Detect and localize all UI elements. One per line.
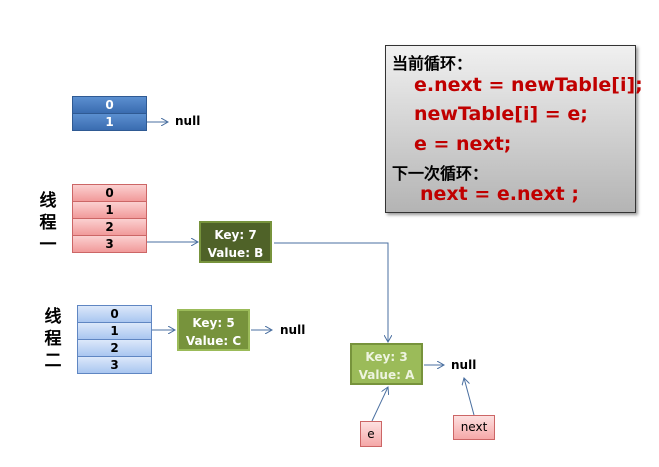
thread1-char: 一 [39, 235, 57, 255]
null-label: null [451, 358, 477, 372]
code-line: e.next = newTable[i]; [414, 74, 643, 96]
new-table: 0 1 [72, 96, 147, 131]
table-cell: 2 [77, 339, 152, 357]
code-line: next = e.next ; [420, 183, 579, 205]
code-box: 当前循环： e.next = newTable[i]; newTable[i] … [385, 45, 643, 213]
table-cell: 0 [77, 305, 152, 323]
code-line: newTable[i] = e; [414, 103, 588, 125]
node-key5: Key: 5 Value: C [177, 309, 250, 351]
arrow-e-n3 [371, 387, 388, 422]
table-cell: 0 [72, 184, 147, 202]
table-cell: 0 [72, 96, 147, 114]
node-key7: Key: 7 Value: B [199, 221, 272, 263]
node-value: Value: C [185, 334, 242, 348]
thread1-table: 0 1 2 3 [72, 184, 147, 253]
table-cell: 1 [77, 322, 152, 340]
node-value: Value: B [207, 246, 264, 260]
thread2-char: 程 [44, 329, 62, 349]
thread1-char: 程 [39, 213, 57, 233]
current-loop-title: 当前循环： [392, 54, 473, 73]
node-key: Key: 5 [192, 316, 235, 330]
null-label: null [175, 114, 201, 128]
node-value: Value: A [358, 368, 415, 382]
arrow-next-null [464, 378, 475, 416]
table-cell: 2 [72, 218, 147, 236]
table-cell: 1 [72, 113, 147, 131]
table-cell: 3 [72, 235, 147, 253]
pointer-next: next [453, 415, 495, 440]
code-line: e = next; [414, 133, 512, 155]
table-cell: 3 [77, 356, 152, 374]
null-label: null [280, 323, 306, 337]
table-cell: 1 [72, 201, 147, 219]
thread1-char: 线 [39, 191, 57, 211]
thread1-label: 线 程 一 [38, 190, 58, 256]
node-key: Key: 7 [214, 228, 257, 242]
thread2-table: 0 1 2 3 [77, 305, 152, 374]
thread2-char: 二 [44, 351, 62, 371]
thread2-char: 线 [44, 307, 62, 327]
next-loop-title: 下一次循环： [392, 164, 489, 183]
thread2-label: 线 程 二 [43, 306, 63, 372]
pointer-e: e [360, 421, 382, 447]
node-key: Key: 3 [365, 350, 408, 364]
node-key3: Key: 3 Value: A [350, 343, 423, 385]
